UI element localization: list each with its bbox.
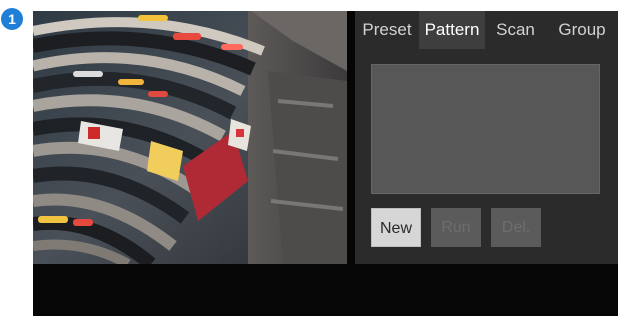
control-panel: Preset Pattern Scan Group New Run Del.: [355, 11, 618, 264]
pattern-list[interactable]: [371, 64, 600, 194]
camera-video-feed[interactable]: [33, 11, 347, 264]
tab-group[interactable]: Group: [546, 11, 618, 49]
new-pattern-button[interactable]: New: [371, 208, 421, 247]
screenshot-stage: 1 Preset Pattern Scan Group New Run Del.: [0, 0, 621, 318]
delete-pattern-button[interactable]: Del.: [491, 208, 541, 247]
callout-marker: 1: [1, 8, 23, 30]
tab-scan[interactable]: Scan: [485, 11, 546, 49]
tab-preset[interactable]: Preset: [355, 11, 419, 49]
run-pattern-button[interactable]: Run: [431, 208, 481, 247]
tab-pattern[interactable]: Pattern: [419, 11, 485, 49]
camera-image: [33, 11, 347, 264]
tab-bar: Preset Pattern Scan Group: [355, 11, 618, 49]
ptz-control-window: Preset Pattern Scan Group New Run Del.: [33, 11, 618, 316]
